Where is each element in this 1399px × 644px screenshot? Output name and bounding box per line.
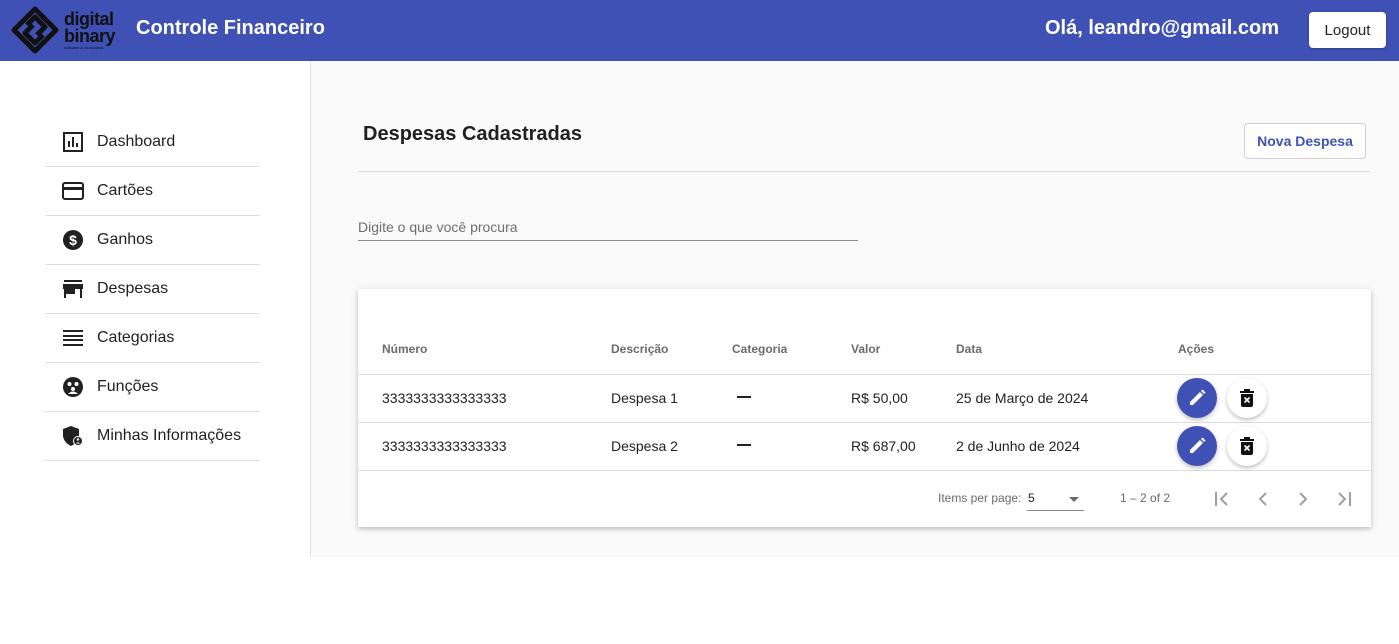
sidebar-item-label: Funções: [97, 378, 159, 395]
pencil-icon: [1190, 389, 1206, 405]
bar-chart-icon: [62, 131, 84, 153]
svg-text:$: $: [69, 232, 77, 248]
column-header-valor: Valor: [851, 324, 956, 375]
logo: digital binary software & consultoria: [10, 4, 120, 56]
cell-data: 2 de Junho de 2024: [956, 422, 1178, 471]
delete-button[interactable]: [1227, 426, 1267, 466]
table-row: 3333333333333333 Despesa 1 R$ 50,00 25 d…: [358, 374, 1371, 423]
cell-categoria: [732, 422, 851, 471]
chevron-left-icon: [1258, 492, 1267, 506]
cell-valor: R$ 687,00: [851, 422, 956, 471]
edit-button[interactable]: [1177, 378, 1217, 418]
next-page-button[interactable]: [1289, 485, 1317, 513]
table-row: 3333333333333333 Despesa 2 R$ 687,00 2 d…: [358, 422, 1371, 471]
edit-button[interactable]: [1177, 426, 1217, 466]
expenses-table: Número Descrição Categoria Valor Data Aç…: [358, 324, 1371, 471]
cell-numero: 3333333333333333: [358, 374, 611, 423]
sidebar-item-label: Despesas: [97, 280, 169, 297]
delete-forever-icon: [1240, 389, 1254, 407]
sidebar-item-cartoes[interactable]: Cartões: [45, 167, 260, 216]
column-header-numero: Número: [358, 324, 611, 375]
pencil-icon: [1190, 437, 1206, 453]
divider: [358, 171, 1370, 172]
sidebar-item-label: Minhas Informações: [97, 427, 242, 444]
chevron-right-icon: [1299, 492, 1308, 506]
cell-numero: 3333333333333333: [358, 422, 611, 471]
column-header-categoria: Categoria: [732, 324, 851, 375]
empty-category-dash: [737, 396, 751, 398]
items-per-page-value: 5: [1028, 491, 1035, 505]
app-title: Controle Financeiro: [136, 17, 325, 39]
items-per-page-select[interactable]: 5: [1027, 487, 1084, 511]
column-header-descricao: Descrição: [611, 324, 732, 375]
paginator: Items per page: 5 1 – 2 of 2: [358, 473, 1371, 527]
list-icon: [62, 327, 84, 349]
group-icon: [62, 376, 84, 398]
cell-descricao: Despesa 2: [611, 422, 732, 471]
cell-valor: R$ 50,00: [851, 374, 956, 423]
column-header-acoes: Ações: [1178, 324, 1371, 375]
empty-category-dash: [737, 444, 751, 446]
cell-descricao: Despesa 1: [611, 374, 732, 423]
sidebar-item-label: Cartões: [97, 182, 154, 199]
top-toolbar: digital binary software & consultoria Co…: [0, 0, 1399, 61]
sidebar-item-label: Dashboard: [97, 133, 176, 150]
nova-despesa-button[interactable]: Nova Despesa: [1244, 123, 1366, 159]
last-page-button[interactable]: [1329, 485, 1357, 513]
cell-acoes: [1177, 422, 1371, 471]
sidebar-item-ganhos[interactable]: $ Ganhos: [45, 216, 260, 265]
column-header-data: Data: [956, 324, 1178, 375]
page-title: Despesas Cadastradas: [363, 123, 583, 145]
delete-forever-icon: [1240, 437, 1254, 455]
previous-page-button[interactable]: [1249, 485, 1277, 513]
items-per-page-label: Items per page:: [938, 491, 1022, 505]
logo-line2: binary: [64, 25, 116, 46]
store-icon: [62, 278, 84, 300]
cell-categoria: [732, 374, 851, 423]
main-content: Despesas Cadastradas Nova Despesa Número…: [311, 61, 1399, 557]
credit-card-icon: [62, 180, 84, 202]
dropdown-arrow-icon: [1069, 497, 1079, 502]
sidebar-item-label: Ganhos: [97, 231, 154, 248]
admin-shield-icon: [62, 425, 84, 447]
sidebar-item-dashboard[interactable]: Dashboard: [45, 118, 260, 167]
last-page-icon: [1338, 492, 1351, 506]
cell-data: 25 de Março de 2024: [956, 374, 1178, 423]
logo-wordmark: digital binary software & consultoria: [64, 8, 116, 50]
sidebar: Dashboard Cartões $ Ganhos Despesas Cate…: [0, 61, 311, 557]
sidebar-item-funcoes[interactable]: Funções: [45, 363, 260, 412]
sidebar-item-despesas[interactable]: Despesas: [45, 265, 260, 314]
search-input[interactable]: [358, 213, 858, 241]
digital-binary-logo-icon: [11, 6, 59, 54]
cell-acoes: [1177, 374, 1371, 423]
sidebar-item-label: Categorias: [97, 329, 175, 346]
first-page-icon: [1215, 492, 1228, 506]
page-range-label: 1 – 2 of 2: [1120, 491, 1171, 505]
delete-button[interactable]: [1227, 378, 1267, 418]
expenses-table-card: Número Descrição Categoria Valor Data Aç…: [358, 289, 1371, 527]
dollar-circle-icon: $: [62, 229, 84, 251]
table-header-row: Número Descrição Categoria Valor Data Aç…: [358, 324, 1371, 375]
logout-button[interactable]: Logout: [1309, 12, 1386, 48]
sidebar-item-categorias[interactable]: Categorias: [45, 314, 260, 363]
sidebar-nav: Dashboard Cartões $ Ganhos Despesas Cate…: [45, 118, 260, 461]
user-greeting: Olá, leandro@gmail.com: [1044, 17, 1279, 39]
sidebar-item-minhas-informacoes[interactable]: Minhas Informações: [45, 412, 260, 461]
logo-line1: digital: [64, 8, 114, 29]
first-page-button[interactable]: [1209, 485, 1237, 513]
